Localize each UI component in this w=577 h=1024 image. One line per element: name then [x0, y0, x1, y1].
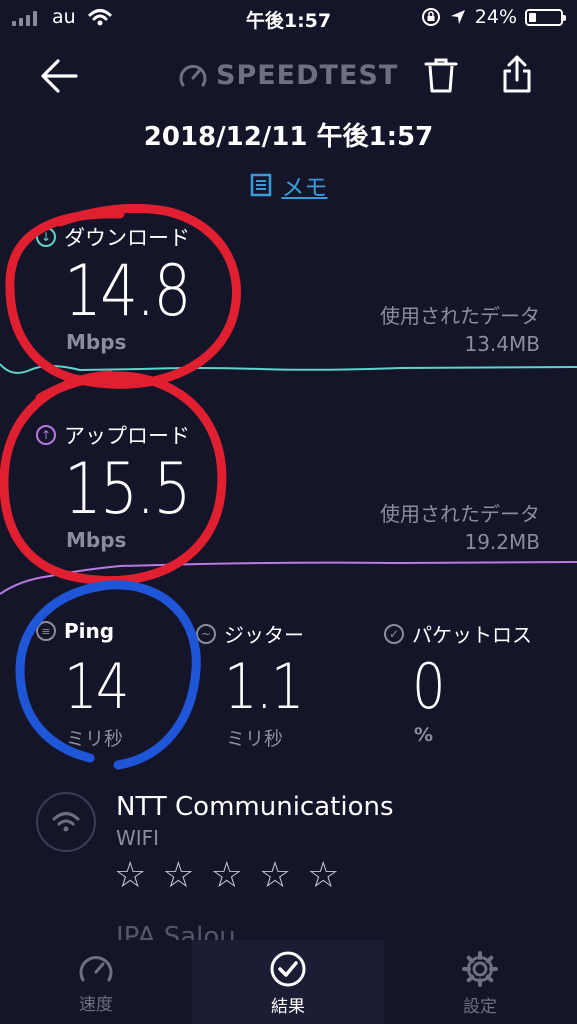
download-speed-graph — [0, 363, 577, 374]
upload-data-used: 使用されたデータ 19.2MB — [380, 500, 540, 556]
share-icon[interactable] — [500, 54, 534, 94]
star-icon[interactable]: ☆ — [114, 858, 146, 894]
packet-loss-unit: % — [414, 724, 434, 746]
jitter-label: ジッター — [224, 623, 304, 647]
ping-icon: ≡ — [36, 621, 56, 641]
upload-used-label: 使用されたデータ — [380, 502, 540, 526]
packet-loss-section: ✓ パケットロス — [384, 619, 532, 648]
jitter-unit: ミリ秒 — [226, 728, 284, 750]
next-server-partial: IPA Salou... — [116, 922, 261, 942]
connection-type: WIFI — [116, 826, 160, 850]
upload-section: ↑ アップロード — [36, 420, 190, 450]
ping-section: ≡ Ping — [36, 619, 114, 643]
provider-wifi-badge — [36, 792, 96, 852]
back-arrow-icon[interactable] — [38, 56, 80, 96]
speedometer-logo-icon — [179, 64, 207, 86]
download-unit: Mbps — [66, 330, 127, 354]
check-circle-icon — [270, 951, 306, 987]
upload-unit: Mbps — [66, 528, 127, 552]
note-icon — [250, 173, 271, 197]
jitter-section: ~ ジッター — [196, 619, 304, 648]
upload-label: アップロード — [64, 424, 190, 448]
tab-results[interactable]: 結果 — [192, 940, 384, 1024]
status-bar: au 午後1:57 24% — [0, 0, 577, 40]
upload-value: 15.5 — [64, 448, 191, 530]
download-arrow-icon: ↓ — [36, 227, 56, 247]
tab-settings[interactable]: 設定 — [384, 940, 576, 1024]
packet-loss-label: パケットロス — [412, 623, 532, 647]
upload-speed-graph — [0, 561, 577, 595]
ping-unit: ミリ秒 — [66, 728, 124, 750]
tab-settings-label: 設定 — [463, 997, 497, 1017]
download-used-value: 13.4MB — [464, 332, 540, 356]
logo-text: SPEEDTEST — [216, 60, 399, 91]
location-icon — [450, 10, 465, 24]
memo-link[interactable]: メモ — [0, 168, 577, 202]
result-datetime: 2018/12/11 午後1:57 — [143, 122, 434, 152]
tab-speed-label: 速度 — [79, 995, 113, 1015]
rotation-lock-icon — [421, 8, 440, 26]
wifi-icon — [52, 812, 80, 832]
star-icon[interactable]: ☆ — [307, 858, 339, 894]
star-icon[interactable]: ☆ — [162, 858, 194, 894]
tab-results-label: 結果 — [271, 997, 305, 1017]
tab-bar: 速度 結果 設定 — [0, 940, 577, 1024]
provider-name: NTT Communications — [116, 792, 394, 822]
battery-icon — [525, 8, 566, 26]
provider-rating[interactable]: ☆ ☆ ☆ ☆ ☆ — [114, 858, 339, 894]
star-icon[interactable]: ☆ — [259, 858, 291, 894]
packet-loss-value: 0 — [412, 650, 446, 723]
download-label: ダウンロード — [64, 226, 190, 250]
gear-icon — [462, 951, 498, 987]
jitter-value: 1.1 — [224, 650, 304, 723]
trash-icon[interactable] — [424, 56, 458, 94]
star-icon[interactable]: ☆ — [211, 858, 243, 894]
speedometer-icon — [79, 956, 113, 982]
packet-loss-icon: ✓ — [384, 623, 404, 644]
download-value: 14.8 — [64, 250, 191, 332]
download-data-used: 使用されたデータ 13.4MB — [380, 302, 540, 358]
battery-percent: 24% — [474, 6, 517, 28]
battery-level-fill — [529, 12, 537, 22]
ping-value: 14 — [64, 650, 129, 723]
tab-speed[interactable]: 速度 — [0, 940, 192, 1024]
memo-label: メモ — [281, 175, 328, 201]
upload-arrow-icon: ↑ — [36, 425, 56, 445]
download-section: ↓ ダウンロード — [36, 222, 190, 252]
jitter-wave-icon: ~ — [196, 623, 216, 644]
speedtest-logo: SPEEDTEST — [178, 60, 398, 91]
ping-label: Ping — [64, 619, 115, 643]
download-used-label: 使用されたデータ — [380, 304, 540, 328]
